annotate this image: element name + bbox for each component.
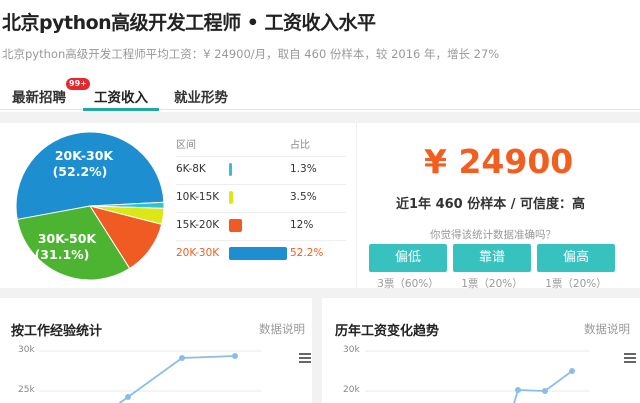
trend-chart-panel: [322, 298, 640, 403]
trend-ytick: 20k: [343, 385, 360, 395]
row-percent: 1.3%: [290, 163, 317, 175]
experience-ytick: 30k: [18, 345, 35, 355]
experience-chart-title: 按工作经验统计: [11, 324, 103, 339]
experience-ytick: 25k: [18, 385, 35, 395]
row-share-bar: [229, 219, 242, 232]
row-percent: 12%: [290, 219, 314, 231]
trend-chart-title: 历年工资变化趋势: [335, 324, 440, 339]
accuracy-question: 你觉得该统计数据准确吗？: [430, 229, 556, 241]
page: { "header": { "title": "北京python高级开发工程师 …: [0, 0, 640, 403]
vote-high-button[interactable]: 偏高: [537, 244, 615, 272]
row-percent: 3.5%: [290, 191, 317, 203]
sample-info: 近1年 460 份样本 / 可信度：高: [396, 197, 586, 212]
header-percent: 占比: [290, 140, 310, 151]
experience-menu-icon[interactable]: [299, 353, 311, 363]
table-row[interactable]: 6K-8K 1.3%: [176, 156, 346, 182]
vote-accurate-button[interactable]: 靠谱: [453, 244, 531, 272]
row-range: 6K-8K: [176, 163, 206, 175]
table-row[interactable]: 15K-20K 12%: [176, 212, 346, 238]
row-range: 20K-30K: [176, 247, 220, 259]
row-share-bar: [229, 191, 233, 204]
row-share-bar: [229, 163, 232, 176]
row-share-bar: [229, 247, 287, 260]
experience-data-note-link[interactable]: 数据说明: [259, 321, 305, 337]
pie-label-20k-30k: 20K-30K: [55, 148, 115, 163]
pie-label-20k-30k-pct: (52.2%): [53, 164, 108, 179]
trend-data-note-link[interactable]: 数据说明: [584, 321, 630, 337]
vote-high-count: 1票（20%）: [545, 278, 607, 290]
vote-low-count: 3票（60%）: [377, 278, 439, 290]
trend-menu-icon[interactable]: [624, 353, 636, 363]
trend-ytick: 30k: [343, 345, 360, 355]
average-salary: ¥ 24900: [424, 142, 574, 181]
pie-label-30k-50k-pct: (31.1%): [35, 247, 90, 262]
experience-chart-panel: [0, 298, 312, 403]
header-range: 区间: [176, 140, 196, 151]
table-row[interactable]: 10K-15K 3.5%: [176, 184, 346, 210]
row-range: 15K-20K: [176, 219, 220, 231]
row-percent: 52.2%: [290, 247, 324, 259]
pie-label-30k-50k: 30K-50K: [38, 231, 98, 246]
table-row[interactable]: 20K-30K 52.2%: [176, 240, 346, 266]
row-range: 10K-15K: [176, 191, 220, 203]
vote-accurate-count: 1票（20%）: [461, 278, 523, 290]
vote-low-button[interactable]: 偏低: [369, 244, 447, 272]
